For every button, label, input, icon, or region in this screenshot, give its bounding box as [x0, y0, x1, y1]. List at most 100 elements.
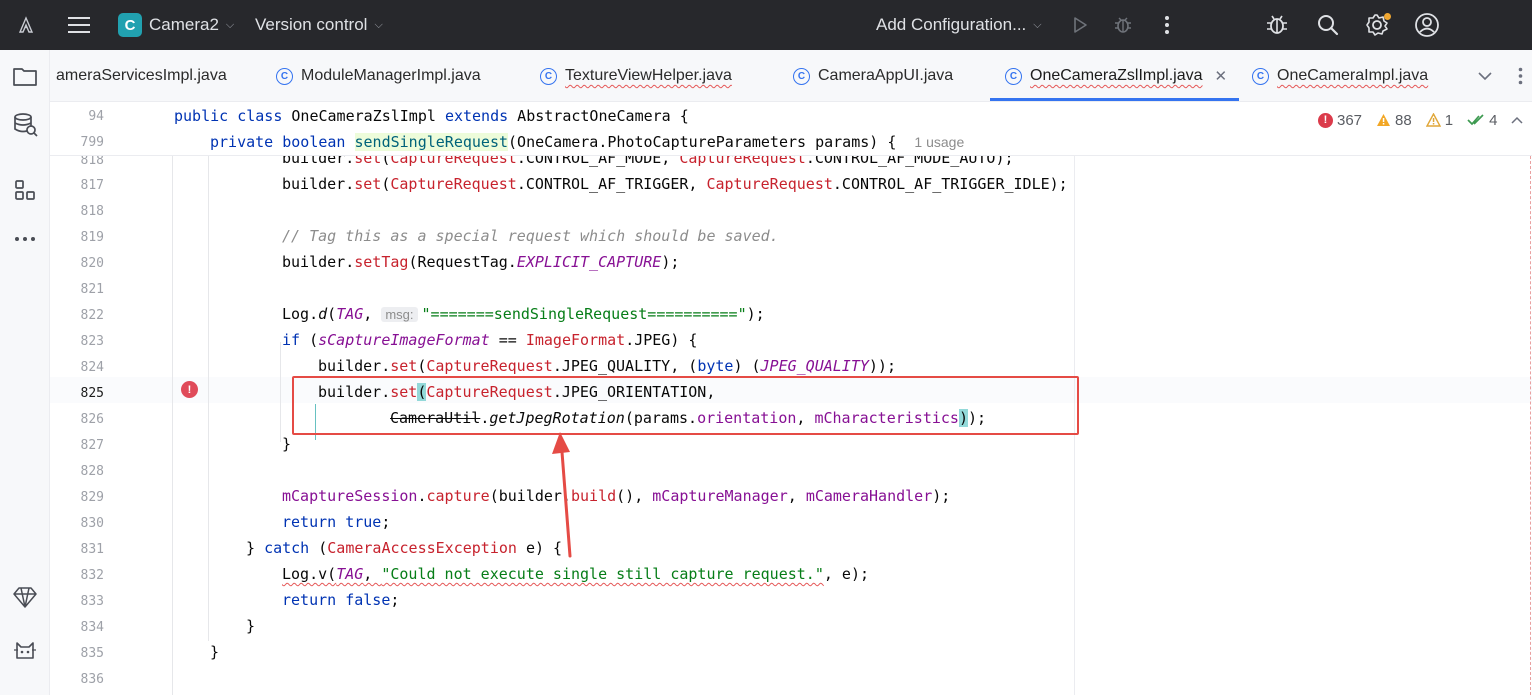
- line-number: 94: [88, 109, 104, 124]
- tab-label: ModuleManagerImpl.java: [301, 67, 481, 84]
- tab-textureviewhelper[interactable]: C TextureViewHelper.java: [540, 50, 732, 101]
- code-line-833[interactable]: return false;: [282, 591, 399, 609]
- more-vertical-icon[interactable]: [1518, 50, 1523, 101]
- warning-count[interactable]: 88: [1376, 112, 1412, 129]
- line-number: 835: [80, 646, 104, 661]
- more-vertical-icon[interactable]: [1152, 0, 1182, 50]
- close-icon[interactable]: ✕: [1215, 67, 1228, 85]
- code-line-827[interactable]: }: [282, 435, 291, 453]
- run-configuration-selector[interactable]: Add Configuration... ⌵: [876, 0, 1042, 50]
- line-number: 836: [80, 672, 104, 687]
- line-number: 821: [80, 282, 104, 297]
- cat-icon[interactable]: [11, 635, 39, 663]
- line-number: 834: [80, 620, 104, 635]
- class-icon: C: [540, 67, 557, 85]
- indent-guide: [172, 156, 173, 695]
- code-editor[interactable]: 94 public class OneCameraZslImpl extends…: [50, 102, 1532, 695]
- line-number: 833: [80, 594, 104, 609]
- gem-icon[interactable]: [11, 583, 39, 611]
- hamburger-menu-icon[interactable]: [64, 0, 94, 50]
- chevron-down-icon: ⌵: [1033, 18, 1042, 31]
- tab-label: ameraServicesImpl.java: [56, 67, 227, 84]
- code-line-832[interactable]: Log.v(TAG, "Could not execute single sti…: [282, 565, 869, 583]
- double-check-icon: [1467, 114, 1484, 126]
- project-name: Camera2: [149, 15, 219, 34]
- class-icon: C: [276, 67, 293, 85]
- inspection-widget[interactable]: ! 367 88 1 4: [1318, 110, 1532, 130]
- code-line-834[interactable]: }: [246, 617, 255, 635]
- sticky-line-method[interactable]: private boolean sendSingleRequest(OneCam…: [210, 133, 964, 151]
- version-control-menu[interactable]: Version control ⌵: [255, 0, 383, 50]
- android-studio-logo-icon[interactable]: [14, 0, 38, 50]
- tab-cameraappui[interactable]: C CameraAppUI.java: [793, 50, 953, 101]
- run-icon[interactable]: [1065, 0, 1095, 50]
- gear-icon[interactable]: [1362, 0, 1392, 50]
- search-icon[interactable]: [1313, 0, 1343, 50]
- code-line-823[interactable]: if (sCaptureImageFormat == ImageFormat.J…: [282, 331, 697, 349]
- code-line-830[interactable]: return true;: [282, 513, 390, 531]
- code-line-824[interactable]: builder.set(CaptureRequest.JPEG_QUALITY,…: [318, 357, 896, 375]
- code-line-822[interactable]: Log.d(TAG, msg: "=======sendSingleRequest…: [282, 305, 765, 323]
- code-comment[interactable]: // Tag this as a special request which s…: [282, 227, 779, 245]
- debug-icon[interactable]: [1108, 0, 1138, 50]
- warning-count-label: 88: [1395, 111, 1412, 129]
- chevron-down-icon[interactable]: [1478, 50, 1492, 101]
- error-count[interactable]: ! 367: [1318, 112, 1362, 129]
- tab-label: TextureViewHelper.java: [565, 67, 732, 84]
- line-number: 832: [80, 568, 104, 583]
- line-number: 819: [80, 230, 104, 245]
- ok-count[interactable]: 4: [1467, 112, 1497, 129]
- line-number: 799: [80, 135, 104, 150]
- line-number: 824: [80, 360, 104, 375]
- sticky-scope-header: 94 public class OneCameraZslImpl extends…: [50, 102, 1532, 156]
- tab-onecamerazslimpl[interactable]: C OneCameraZslImpl.java ✕: [1005, 50, 1228, 101]
- sticky-line-class[interactable]: public class OneCameraZslImpl extends Ab…: [174, 107, 689, 125]
- line-number: 822: [80, 308, 104, 323]
- indent-guide: [280, 342, 281, 442]
- line-number-current: 825: [80, 386, 104, 401]
- indent-guide: [208, 156, 209, 641]
- run-configuration-label: Add Configuration...: [876, 15, 1027, 34]
- chevron-down-icon: ⌵: [374, 18, 383, 31]
- error-stripe[interactable]: [1528, 156, 1531, 695]
- folder-icon[interactable]: [11, 62, 39, 90]
- class-icon: C: [1005, 67, 1022, 85]
- line-number: 827: [80, 438, 104, 453]
- line-number: 818: [80, 204, 104, 219]
- project-badge: C: [118, 13, 142, 37]
- class-icon: C: [793, 67, 810, 85]
- more-horizontal-icon[interactable]: [11, 225, 39, 253]
- ok-count-label: 4: [1489, 111, 1498, 129]
- version-control-label: Version control: [255, 15, 368, 34]
- line-number: 829: [80, 490, 104, 505]
- line-number: 817: [80, 178, 104, 193]
- usage-count[interactable]: 1 usage: [914, 134, 964, 150]
- tab-modulemanagerimpl[interactable]: C ModuleManagerImpl.java: [276, 50, 481, 101]
- weak-warning-count-label: 1: [1444, 111, 1454, 129]
- tab-onecameraimpl[interactable]: C OneCameraImpl.java: [1252, 50, 1428, 101]
- structure-icon[interactable]: [11, 176, 39, 204]
- code-line-817[interactable]: builder.set(CaptureRequest.CONTROL_AF_TR…: [282, 175, 1068, 193]
- tool-window-strip: [0, 50, 50, 695]
- warning-icon: [1377, 114, 1391, 126]
- line-number: 820: [80, 256, 104, 271]
- weak-warning-icon: [1425, 113, 1441, 127]
- line-number: 826: [80, 412, 104, 427]
- notification-dot: [1384, 13, 1391, 20]
- project-selector[interactable]: C Camera2 ⌵: [118, 0, 234, 50]
- bug-report-icon[interactable]: [1262, 0, 1292, 50]
- line-number: 823: [80, 334, 104, 349]
- weak-warning-count[interactable]: 1: [1425, 111, 1454, 129]
- code-line-835[interactable]: }: [210, 643, 219, 661]
- code-line-829[interactable]: mCaptureSession.capture(builder.build(),…: [282, 487, 950, 505]
- code-line-831[interactable]: } catch (CameraAccessException e) {: [246, 539, 562, 557]
- log-string: "Could not execute single still capture …: [381, 565, 824, 583]
- code-line-820[interactable]: builder.setTag(RequestTag.EXPLICIT_CAPTU…: [282, 253, 679, 271]
- database-icon[interactable]: [11, 110, 39, 138]
- annotation-arrow: [552, 432, 572, 558]
- log-string: "=======sendSingleRequest==========": [421, 305, 747, 323]
- account-icon[interactable]: [1412, 0, 1442, 50]
- tab-cameraservicesimpl[interactable]: ameraServicesImpl.java: [56, 50, 227, 101]
- chevron-up-icon[interactable]: [1511, 116, 1523, 124]
- error-gutter-icon[interactable]: !: [181, 381, 198, 398]
